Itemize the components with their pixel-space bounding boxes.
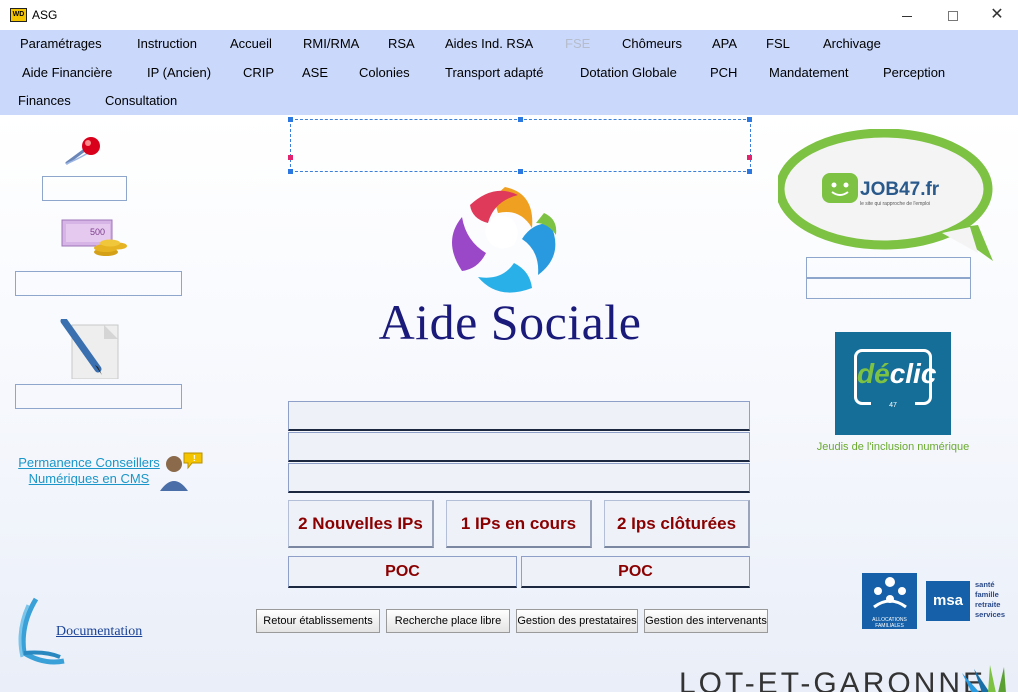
gestion-intervenants-button[interactable]: Gestion des intervenants: [644, 609, 768, 633]
ips-in-progress-button[interactable]: 1 IPs en cours: [446, 500, 592, 548]
menu-item-archivage[interactable]: Archivage: [823, 36, 881, 51]
menu-item-consultation[interactable]: Consultation: [105, 93, 177, 108]
left-field-2[interactable]: [15, 271, 182, 296]
info-field-3[interactable]: [288, 463, 750, 493]
menu-item-aide-financiere[interactable]: Aide Financière: [22, 65, 112, 80]
resize-handle[interactable]: [288, 169, 293, 174]
caf-label: ALLOCATIONS FAMILIALES: [872, 617, 907, 629]
banknote-label: 500: [90, 227, 105, 237]
minimize-button[interactable]: [884, 3, 930, 27]
close-button[interactable]: ✕: [974, 3, 1018, 27]
caf-logo: ALLOCATIONS FAMILIALES: [862, 573, 917, 629]
menu-item-aides-ind-rsa[interactable]: Aides Ind. RSA: [445, 36, 533, 51]
money-icon[interactable]: 500: [60, 216, 128, 258]
declic-logo-de: dé: [857, 358, 890, 389]
caf-family-icon: [873, 577, 907, 609]
menu-item-accueil[interactable]: Accueil: [230, 36, 272, 51]
menu-item-crip[interactable]: CRIP: [243, 65, 274, 80]
selection-frame[interactable]: [288, 117, 752, 174]
brand-title: Aide Sociale: [378, 294, 642, 350]
anchor-handle[interactable]: [288, 155, 293, 160]
anchor-handle[interactable]: [747, 155, 752, 160]
menu-item-rsa[interactable]: RSA: [388, 36, 415, 51]
info-field-1[interactable]: [288, 401, 750, 431]
info-field-2[interactable]: [288, 432, 750, 462]
poc-button-right[interactable]: POC: [521, 556, 750, 588]
resize-handle[interactable]: [518, 169, 523, 174]
closed-ips-button[interactable]: 2 Ips clôturées: [604, 500, 750, 548]
resize-handle[interactable]: [747, 169, 752, 174]
maximize-button[interactable]: [930, 3, 976, 27]
menu-item-parametrages[interactable]: Paramétrages: [20, 36, 102, 51]
documentation-link[interactable]: Documentation: [56, 624, 142, 640]
left-field-1[interactable]: [42, 176, 127, 201]
menu-item-fse: FSE: [565, 36, 591, 51]
menu-item-ip-ancien[interactable]: IP (Ancien): [147, 65, 211, 80]
aide-sociale-logo-icon: [452, 187, 557, 293]
main-menu: Paramétrages Instruction Accueil RMI/RMA…: [0, 30, 1018, 115]
menu-item-transport-adapte[interactable]: Transport adapté: [445, 65, 544, 80]
close-icon: ✕: [990, 6, 1004, 23]
resize-handle[interactable]: [288, 117, 293, 122]
menu-item-dotation-globale[interactable]: Dotation Globale: [580, 65, 677, 80]
msa-tagline: santé famille retraite services: [975, 580, 1006, 619]
windev-app-icon: WD: [10, 8, 27, 22]
menu-item-perception[interactable]: Perception: [883, 65, 945, 80]
job47-logo-icon[interactable]: JOB47.fr le site qui rapproche de l'empl…: [778, 129, 1000, 263]
poc-button-left[interactable]: POC: [288, 556, 517, 588]
pushpin-icon[interactable]: [64, 133, 104, 167]
declic-caption: Jeudis de l'inclusion numérique: [816, 441, 970, 453]
resize-handle[interactable]: [747, 117, 752, 122]
declic-screen: déclic: [854, 349, 936, 405]
pen-document-icon[interactable]: [58, 319, 122, 379]
menu-item-colonies[interactable]: Colonies: [359, 65, 410, 80]
maximize-icon: [948, 11, 958, 22]
menu-item-mandatement[interactable]: Mandatement: [769, 65, 849, 80]
retour-etablissements-button[interactable]: Retour établissements: [256, 609, 380, 633]
menu-item-fsl[interactable]: FSL: [766, 36, 790, 51]
new-ips-button[interactable]: 2 Nouvelles IPs: [288, 500, 434, 548]
gestion-prestataires-button[interactable]: Gestion des prestataires: [516, 609, 638, 633]
menu-item-chomeurs[interactable]: Chômeurs: [622, 36, 682, 51]
right-field-1[interactable]: [806, 257, 971, 278]
advisor-icon[interactable]: !: [160, 451, 204, 491]
right-field-2[interactable]: [806, 278, 971, 299]
declic-logo[interactable]: déclic 47: [835, 332, 951, 435]
msa-logo: msa: [926, 581, 970, 621]
menu-item-ase[interactable]: ASE: [302, 65, 328, 80]
title-bar: WD ASG ✕: [0, 0, 1018, 30]
department-logo-icon: [962, 665, 1006, 692]
job47-name: JOB47.fr: [860, 179, 940, 200]
left-field-3[interactable]: [15, 384, 182, 409]
lot-et-garonne-logo-text: LOT-ET-GARONNE: [679, 667, 987, 692]
main-content: 500 Permanence Conseillers Numériques en…: [0, 115, 1018, 692]
menu-item-apa[interactable]: APA: [712, 36, 737, 51]
menu-item-finances[interactable]: Finances: [18, 93, 71, 108]
menu-item-instruction[interactable]: Instruction: [137, 36, 197, 51]
recherche-place-libre-button[interactable]: Recherche place libre: [386, 609, 510, 633]
minimize-icon: [902, 15, 912, 17]
menu-item-rmi-rma[interactable]: RMI/RMA: [303, 36, 359, 51]
permanence-conseillers-link[interactable]: Permanence Conseillers Numériques en CMS: [16, 455, 162, 487]
declic-logo-clic: clic: [889, 358, 937, 389]
declic-number: 47: [871, 402, 915, 409]
resize-handle[interactable]: [518, 117, 523, 122]
menu-item-pch[interactable]: PCH: [710, 65, 737, 80]
window-title: ASG: [32, 8, 58, 22]
svg-text:!: !: [193, 454, 196, 463]
job47-tagline: le site qui rapproche de l'emploi: [860, 201, 930, 207]
